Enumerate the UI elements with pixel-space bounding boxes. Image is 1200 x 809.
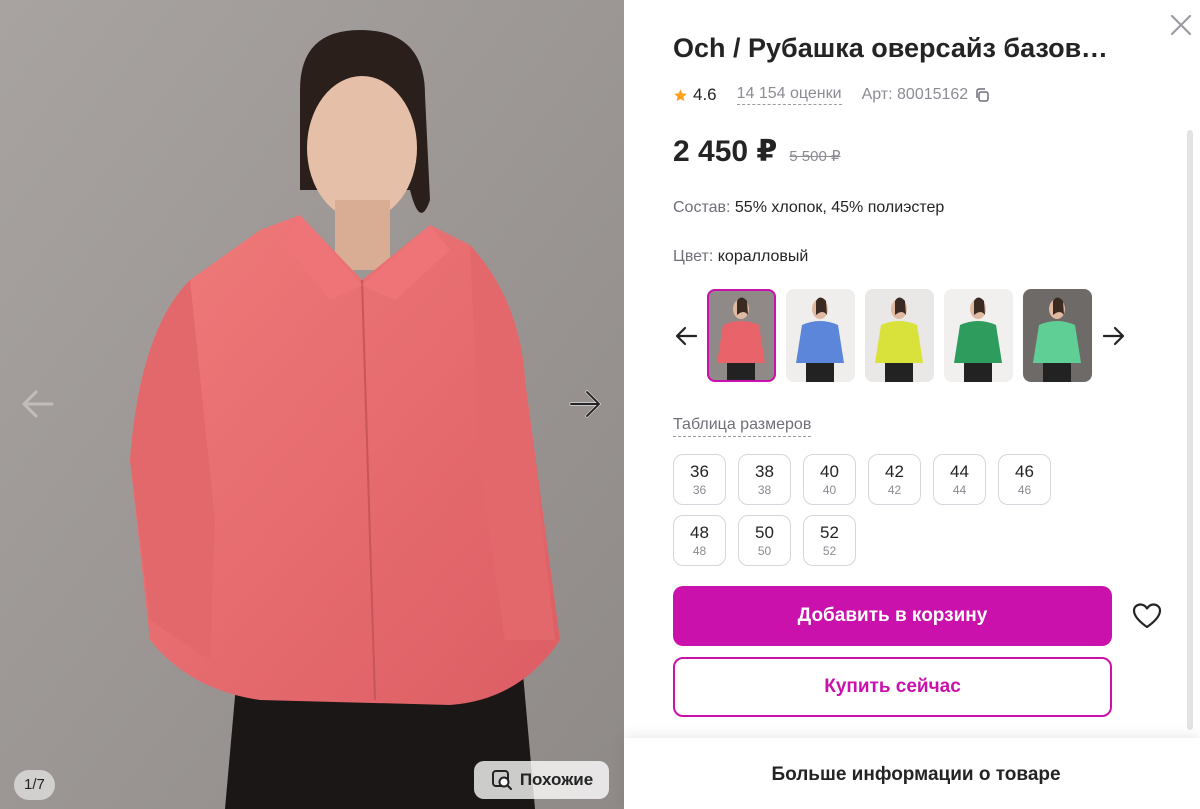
- color-thumb-blue[interactable]: [786, 289, 855, 382]
- image-search-icon: [491, 770, 512, 790]
- gallery-next-arrow-icon[interactable]: [565, 384, 605, 424]
- size-option-50[interactable]: 50 50: [738, 515, 791, 566]
- current-price: 2 450 ₽: [673, 135, 778, 168]
- thumb-image: [865, 289, 934, 382]
- composition-value: 55% хлопок, 45% полиэстер: [734, 199, 945, 216]
- size-sub-label: 50: [757, 543, 772, 558]
- size-main-label: 44: [950, 461, 969, 481]
- thumb-image: [707, 289, 776, 382]
- thumbs-next-arrow-icon[interactable]: [1100, 323, 1126, 349]
- gallery-counter: 1/7: [14, 770, 55, 800]
- color-thumb-lime[interactable]: [865, 289, 934, 382]
- color-thumbnails: [707, 289, 1092, 382]
- size-selector: 36 36 38 38 40 40 42 42 44 44 46 46 48 48 50 50 52 52: [673, 454, 1113, 566]
- size-main-label: 50: [755, 522, 774, 542]
- size-sub-label: 40: [822, 482, 837, 497]
- thumb-image: [1023, 289, 1092, 382]
- size-sub-label: 52: [822, 543, 837, 558]
- product-meta: 4.6 14 154 оценки Арт: 80015162: [673, 85, 990, 105]
- size-option-44[interactable]: 44 44: [933, 454, 986, 505]
- size-main-label: 38: [755, 461, 774, 481]
- copy-icon[interactable]: [974, 87, 990, 103]
- product-photo: [0, 0, 624, 809]
- color-value: коралловый: [717, 248, 809, 265]
- old-price: 5 500 ₽: [789, 148, 841, 165]
- article-number: Арт: 80015162: [862, 86, 991, 104]
- color-label: Цвет:: [673, 248, 714, 265]
- size-sub-label: 42: [887, 482, 902, 497]
- buy-now-button[interactable]: Купить сейчас: [673, 657, 1112, 717]
- color-thumb-mint[interactable]: [1023, 289, 1092, 382]
- color-thumb-coral[interactable]: [707, 289, 776, 382]
- thumb-image: [786, 289, 855, 382]
- size-main-label: 52: [820, 522, 839, 542]
- size-main-label: 42: [885, 461, 904, 481]
- product-details-panel: Och / Рубашка оверсайз базовая из хлопка…: [624, 0, 1200, 809]
- size-main-label: 40: [820, 461, 839, 481]
- add-to-cart-button[interactable]: Добавить в корзину: [673, 586, 1112, 646]
- star-icon: [674, 88, 687, 101]
- rating-value: 4.6: [693, 85, 717, 104]
- size-main-label: 48: [690, 522, 709, 542]
- size-table-link[interactable]: Таблица размеров: [673, 416, 812, 437]
- composition-label: Состав:: [673, 199, 731, 216]
- size-sub-label: 38: [757, 482, 772, 497]
- close-icon[interactable]: [1168, 12, 1194, 38]
- size-option-48[interactable]: 48 48: [673, 515, 726, 566]
- more-info-link[interactable]: Больше информации о товаре: [624, 764, 1200, 786]
- article-text: Арт: 80015162: [861, 86, 969, 103]
- reviews-link[interactable]: 14 154 оценки: [736, 85, 842, 105]
- product-title: Och / Рубашка оверсайз базовая из хлопка: [673, 33, 1113, 63]
- size-option-38[interactable]: 38 38: [738, 454, 791, 505]
- size-option-52[interactable]: 52 52: [803, 515, 856, 566]
- price-row: 2 450 ₽ 5 500 ₽: [673, 134, 841, 169]
- size-option-42[interactable]: 42 42: [868, 454, 921, 505]
- size-main-label: 46: [1015, 461, 1034, 481]
- favorite-heart-icon[interactable]: [1132, 602, 1162, 630]
- composition: Состав: 55% хлопок, 45% полиэстер: [673, 199, 944, 217]
- similar-button[interactable]: Похожие: [474, 761, 609, 799]
- similar-label: Похожие: [519, 770, 594, 789]
- product-gallery: 1/7 Похожие: [0, 0, 624, 809]
- size-option-36[interactable]: 36 36: [673, 454, 726, 505]
- size-sub-label: 36: [692, 482, 707, 497]
- color-thumb-green[interactable]: [944, 289, 1013, 382]
- size-main-label: 36: [690, 461, 709, 481]
- thumb-image: [944, 289, 1013, 382]
- size-option-46[interactable]: 46 46: [998, 454, 1051, 505]
- size-sub-label: 48: [692, 543, 707, 558]
- thumbs-prev-arrow-icon[interactable]: [674, 323, 700, 349]
- color-info: Цвет: коралловый: [673, 248, 808, 266]
- bottom-bar: Больше информации о товаре: [624, 738, 1200, 809]
- size-sub-label: 46: [1017, 482, 1032, 497]
- gallery-prev-arrow-icon[interactable]: [18, 384, 58, 424]
- size-option-40[interactable]: 40 40: [803, 454, 856, 505]
- scrollbar[interactable]: [1187, 130, 1193, 730]
- size-sub-label: 44: [952, 482, 967, 497]
